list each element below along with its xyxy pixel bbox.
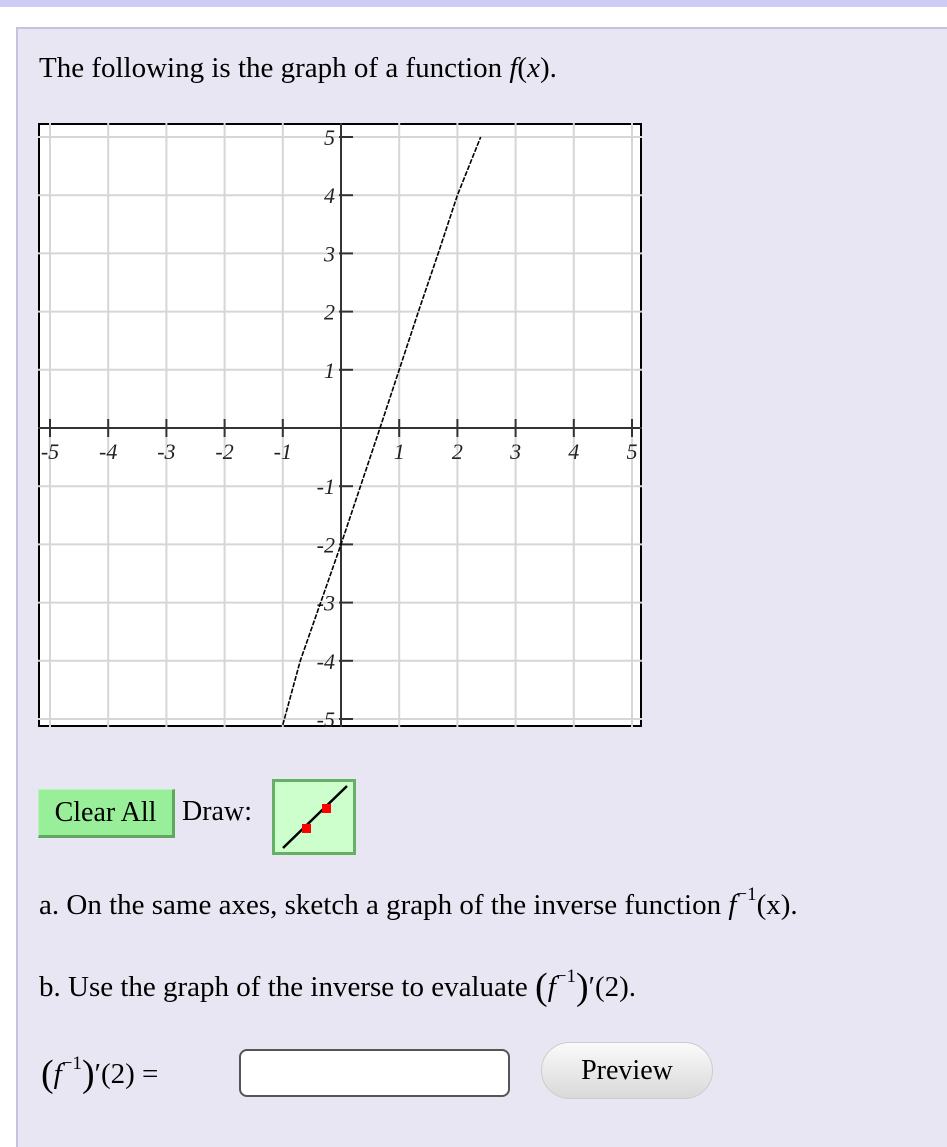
x-tick-label: 4 <box>568 439 579 464</box>
point-marker-icon <box>302 824 311 833</box>
question-b: b. Use the graph of the inverse to evalu… <box>39 962 637 1008</box>
func-symbol: f <box>509 52 518 84</box>
answer-label: (f−1)′(2) = <box>41 1049 159 1095</box>
inverse-superscript: −1 <box>555 966 576 987</box>
y-tick-label: 4 <box>324 183 335 208</box>
line-tool-icon <box>282 785 348 849</box>
question-a-text: a. On the same axes, sketch a graph of t… <box>39 889 729 921</box>
graph-svg[interactable]: -5 -4 -3 -2 -1 1 2 3 4 5 5 4 3 2 1 -1 -2 -3 -4 -5 <box>38 123 642 727</box>
x-tick-label: -1 <box>274 439 292 464</box>
point-marker-icon <box>322 804 331 813</box>
paren: ( <box>41 1053 54 1095</box>
y-tick-label: 2 <box>324 300 335 325</box>
inverse-superscript: −1 <box>61 1053 82 1074</box>
answer-label-tail: ′(2) = <box>94 1058 159 1090</box>
x-tick-label: -2 <box>215 439 233 464</box>
graph-canvas[interactable]: -5 -4 -3 -2 -1 1 2 3 4 5 5 4 3 2 1 -1 -2 -3 -4 -5 <box>38 123 642 727</box>
question-a: a. On the same axes, sketch a graph of t… <box>39 884 798 922</box>
question-b-text: b. Use the graph of the inverse to evalu… <box>39 971 536 1003</box>
var-symbol: x <box>527 52 540 84</box>
intro-text: The following is the graph of a function… <box>39 52 557 84</box>
y-tick-label: -5 <box>317 707 335 727</box>
x-tick-label: -4 <box>99 439 117 464</box>
paren: ) <box>81 1053 95 1095</box>
func-symbol: f <box>547 971 556 1003</box>
y-tick-label: 5 <box>324 125 335 150</box>
preview-button[interactable]: Preview <box>541 1042 713 1099</box>
function-curve <box>282 136 482 726</box>
x-tick-label: -5 <box>41 439 59 464</box>
paren: ( <box>535 966 548 1008</box>
y-tick-label: -3 <box>317 591 335 616</box>
top-band <box>0 0 947 7</box>
x-tick-label: -3 <box>157 439 175 464</box>
y-tick-label: -4 <box>317 649 335 674</box>
line-tool-button[interactable] <box>272 779 356 855</box>
clear-all-button[interactable]: Clear All <box>38 789 175 838</box>
y-tick-label: -2 <box>317 532 335 557</box>
answer-input[interactable] <box>239 1049 510 1097</box>
question-b-tail: ′(2). <box>588 971 637 1003</box>
question-a-arg: (x). <box>756 889 798 921</box>
draw-label: Draw: <box>182 796 252 827</box>
func-symbol: f <box>53 1058 62 1090</box>
y-tick-label: 3 <box>323 241 335 266</box>
intro-label: The following is the graph of a function <box>39 52 510 84</box>
paren: ) <box>575 966 589 1008</box>
x-tick-label: 5 <box>627 439 638 464</box>
x-tick-label: 2 <box>452 439 463 464</box>
inverse-superscript: −1 <box>736 884 757 905</box>
x-tick-label: 3 <box>509 439 521 464</box>
y-tick-label: 1 <box>324 358 335 383</box>
x-tick-label: 1 <box>394 439 405 464</box>
y-tick-label: -1 <box>317 474 335 499</box>
